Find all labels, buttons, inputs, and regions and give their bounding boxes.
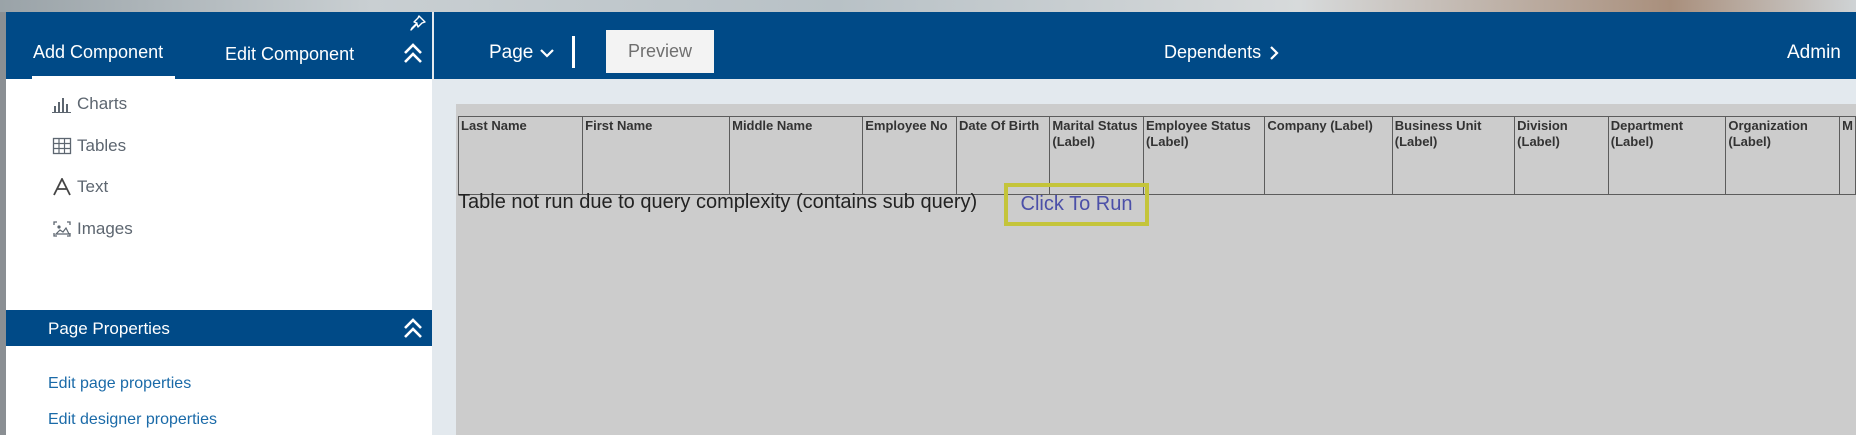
component-item-tables[interactable]: Tables [51,134,126,158]
column-header[interactable]: Business Unit (Label) [1391,116,1516,195]
image-icon [51,219,73,239]
column-header[interactable]: Last Name [457,116,584,195]
bar-chart-icon [51,94,73,114]
chevron-right-icon [1270,45,1279,60]
component-panel: Add Component Edit Component Charts Tabl… [6,12,432,435]
user-menu[interactable]: Admin [1787,42,1841,64]
collapse-up-icon[interactable] [400,40,426,66]
component-panel-header: Add Component Edit Component [6,12,432,79]
column-header[interactable]: Company (Label) [1264,116,1393,195]
component-label: Charts [77,94,128,113]
query-complexity-message: Table not run due to query complexity (c… [458,191,978,213]
page-menu-label: Page [489,42,534,63]
breadcrumb-label: Dependents [1164,42,1262,62]
table-icon [51,136,73,156]
page-canvas: Last Name First Name Middle Name Employe… [456,104,1856,435]
page-properties-header[interactable]: Page Properties [6,310,432,346]
breadcrumb-dependents[interactable]: Dependents [1164,42,1279,63]
chevron-down-icon [540,49,555,58]
page-menu[interactable]: Page [489,42,555,64]
column-header[interactable]: Employee Status (Label) [1142,116,1266,195]
component-item-charts[interactable]: Charts [51,92,127,116]
desktop-backdrop [0,0,1856,12]
column-header[interactable]: Middle Name [729,116,864,195]
preview-button[interactable]: Preview [606,30,714,73]
designer-toolbar: Page Preview Dependents Admin [434,12,1856,79]
pin-icon[interactable] [409,14,427,32]
active-tab-indicator [32,76,175,79]
collapse-up-icon[interactable] [400,315,426,341]
toolbar-divider [572,36,575,68]
tab-add-component[interactable]: Add Component [33,42,163,63]
column-header[interactable]: Department (Label) [1607,116,1727,195]
edit-designer-properties-link[interactable]: Edit designer properties [48,411,217,429]
column-header[interactable]: First Name [582,116,731,195]
page-properties-title: Page Properties [48,319,170,338]
employee-table: Last Name First Name Middle Name Employe… [457,116,1856,195]
edit-page-properties-link[interactable]: Edit page properties [48,375,191,393]
component-label: Images [77,219,133,238]
column-header[interactable]: Organization (Label) [1725,116,1841,195]
text-icon [51,177,73,197]
component-item-images[interactable]: Images [51,217,133,241]
designer-main: Page Preview Dependents Admin Last Name … [432,12,1856,435]
column-header[interactable]: Employee No [862,116,957,195]
column-header[interactable]: Division (Label) [1514,116,1609,195]
component-item-text[interactable]: Text [51,175,108,199]
component-label: Text [77,177,109,196]
click-to-run-link[interactable]: Click To Run [1004,183,1149,226]
column-header[interactable]: M [1839,116,1856,195]
table-header-row: Last Name First Name Middle Name Employe… [457,116,1856,195]
component-label: Tables [77,136,127,155]
tab-edit-component[interactable]: Edit Component [225,44,354,65]
